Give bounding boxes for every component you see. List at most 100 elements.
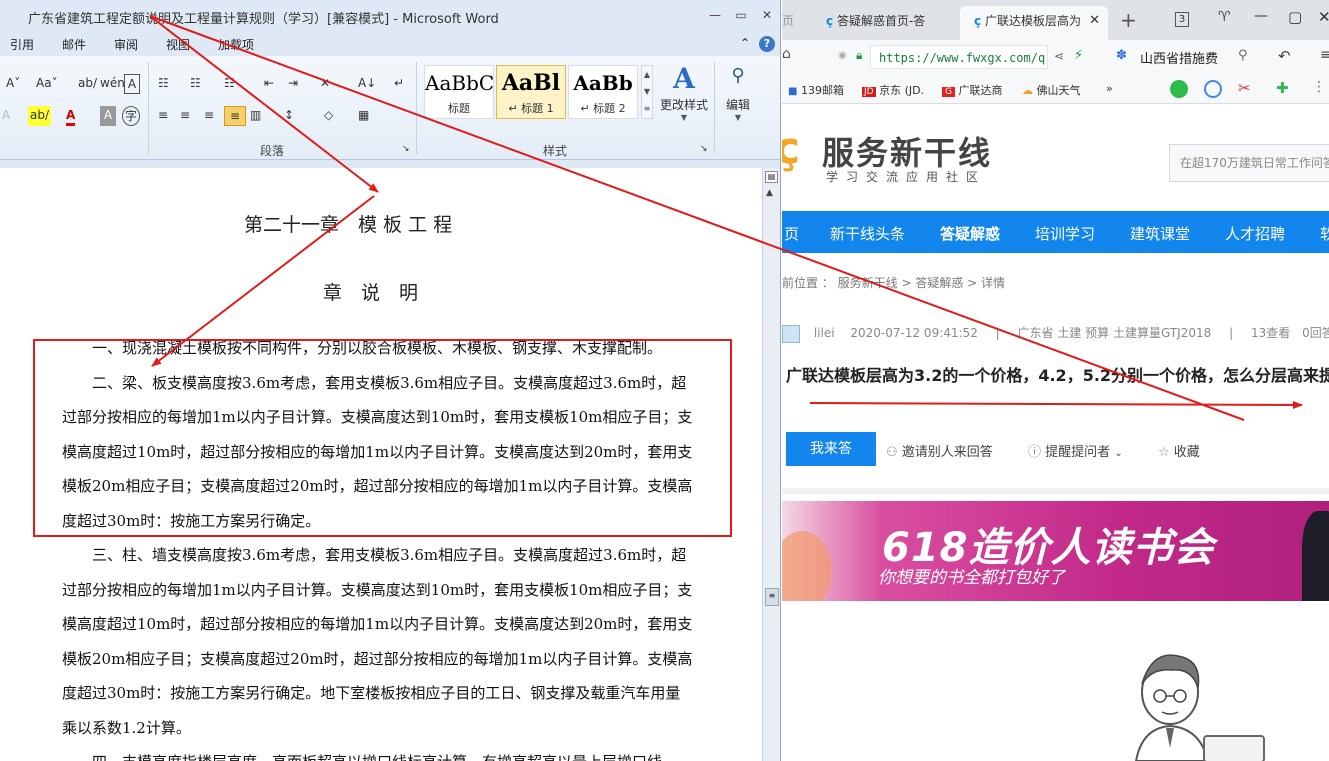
undo-icon[interactable]: ↶: [1278, 47, 1291, 65]
tab-current-question[interactable]: ç 广联达模板层高为 ✕: [960, 6, 1108, 40]
font-color-icon[interactable]: A: [66, 106, 76, 126]
shading-icon[interactable]: ◇: [324, 106, 333, 126]
paragraph-dialog-launcher-icon[interactable]: ↘: [402, 140, 410, 160]
invite-answer-button[interactable]: ⚇ 邀请别人来回答: [886, 441, 993, 460]
close-tab-icon[interactable]: ✕: [1089, 6, 1100, 36]
scroll-up-icon[interactable]: ▲: [766, 188, 773, 198]
promo-banner[interactable]: 618造价人读书会 你想要的书全都打包好了: [782, 501, 1329, 601]
enclose-char-icon[interactable]: 字: [122, 106, 140, 126]
show-marks-icon[interactable]: ↵: [394, 74, 404, 94]
bookmark-139mail[interactable]: ■ 139邮箱: [788, 82, 844, 98]
decrease-indent-icon[interactable]: ⇤: [264, 74, 274, 94]
minimize-icon[interactable]: —: [708, 8, 722, 22]
clear-format-icon[interactable]: ab/: [78, 74, 97, 94]
translate-icon[interactable]: ✚: [1276, 79, 1289, 97]
tab-review[interactable]: 审阅: [114, 36, 138, 53]
avatar[interactable]: [782, 324, 800, 343]
nav-software[interactable]: 软: [1320, 223, 1329, 244]
shirt-icon[interactable]: ♈: [1218, 9, 1231, 25]
change-styles-button[interactable]: A 更改样式 ▼: [656, 62, 712, 132]
tab-view[interactable]: 视图: [166, 36, 190, 53]
url-input[interactable]: https://www.fwxgx.com/q: [870, 45, 1048, 69]
vertical-scrollbar[interactable]: ▤ ▲ ≡: [762, 168, 780, 761]
style-heading-2[interactable]: AaBb ↵ 标题 2: [568, 65, 638, 119]
nav-home[interactable]: 页: [784, 223, 799, 244]
share-icon[interactable]: ⋖: [1054, 49, 1064, 63]
ruler-toggle-icon[interactable]: ▤: [765, 171, 778, 183]
document-line: 过部分按相应的每增加1m以内子目计算。支模高度达到10m时，套用支模板10m相应…: [62, 408, 693, 426]
word-title-bar[interactable]: 广东省建筑工程定额说明及工程量计算规则（学习）[兼容模式] - Microsof…: [0, 0, 780, 32]
highlight-icon[interactable]: ab/: [28, 106, 52, 126]
question-tags[interactable]: 广东省 土建 预算 土建算量GTJ2018: [1018, 326, 1212, 340]
document-page[interactable]: 第二十一章 模 板 工 程 章 说 明 一、现浇混凝土模板按不同构件，分别以胶合…: [0, 168, 762, 761]
style-title[interactable]: AaBbC 标题: [424, 65, 494, 119]
search-engine-text[interactable]: 山西省措施费: [1140, 48, 1218, 67]
block-icon[interactable]: [1204, 80, 1222, 98]
remind-asker-button[interactable]: ⓘ 提醒提问者 ⌄: [1028, 441, 1123, 460]
style-heading-1[interactable]: AaBl ↵ 标题 1: [496, 65, 566, 119]
bookmark-weather[interactable]: ☁ 佛山天气: [1022, 82, 1081, 98]
lightning-icon[interactable]: ⚡: [1074, 48, 1083, 63]
site-search-input[interactable]: 在超170万建筑日常工作问答: [1169, 144, 1329, 182]
banner-decoration: [1302, 511, 1329, 601]
grow-font-icon[interactable]: A˅: [6, 74, 20, 94]
char-shading-icon[interactable]: A: [100, 106, 116, 126]
search-icon[interactable]: ⚲: [1238, 48, 1248, 63]
tab-count-badge[interactable]: 3: [1175, 12, 1189, 27]
author-name[interactable]: lilei: [814, 326, 835, 340]
tab-addins[interactable]: 加载项: [218, 36, 254, 53]
chat-icon[interactable]: [1170, 80, 1188, 98]
tab-fragment[interactable]: 页: [782, 12, 794, 29]
help-icon[interactable]: ?: [759, 36, 775, 52]
favorite-button[interactable]: ☆ 收藏: [1158, 441, 1200, 460]
close-icon[interactable]: ✕: [760, 8, 774, 22]
numbering-icon[interactable]: ☷: [190, 74, 201, 94]
nav-jobs[interactable]: 人才招聘: [1225, 223, 1285, 244]
apps-icon[interactable]: ⋮⋮: [1312, 79, 1329, 95]
site-logo-icon[interactable]: ç: [782, 124, 800, 174]
view-count: 13查看: [1250, 326, 1291, 340]
bookmark-jd[interactable]: JD 京东 (JD.: [862, 82, 924, 98]
bookmark-more-icon[interactable]: »: [1106, 82, 1113, 95]
bullets-icon[interactable]: ☷: [158, 74, 169, 94]
scroll-thumb[interactable]: ≡: [765, 588, 779, 606]
char-border-icon[interactable]: A: [124, 74, 140, 94]
scissors-icon[interactable]: ✂: [1238, 79, 1251, 97]
align-right-icon[interactable]: ≡: [204, 106, 214, 126]
paw-icon[interactable]: ✽: [1116, 48, 1127, 63]
distributed-icon[interactable]: ▥: [250, 106, 261, 126]
edit-button[interactable]: ⚲ 编辑 ▼: [718, 64, 758, 128]
minimize-icon[interactable]: —: [1254, 8, 1268, 24]
increase-indent-icon[interactable]: ⇥: [288, 74, 298, 94]
justify-icon[interactable]: ≡: [224, 106, 246, 126]
styles-dialog-launcher-icon[interactable]: ↘: [700, 140, 708, 160]
maximize-icon[interactable]: ▭: [734, 8, 748, 22]
line-spacing-icon[interactable]: ↕: [284, 106, 294, 126]
borders-icon[interactable]: ▦: [358, 106, 369, 126]
tab-references[interactable]: 引用: [10, 36, 34, 53]
chinese-layout-icon[interactable]: ✕: [320, 74, 330, 94]
menu-icon[interactable]: ≡: [1320, 47, 1329, 63]
tab-mailings[interactable]: 邮件: [62, 36, 86, 53]
styles-scroll-icon[interactable]: ▲ ▼ ≡: [641, 65, 653, 119]
collapse-ribbon-icon[interactable]: ⌃: [740, 36, 750, 50]
bookmark-glodon[interactable]: G 广联达商: [942, 82, 1002, 98]
new-tab-button[interactable]: +: [1120, 8, 1137, 32]
home-icon[interactable]: ⌂: [782, 46, 791, 62]
style-title-name: 标题: [448, 102, 470, 115]
phonetic-guide-icon[interactable]: wén: [100, 74, 125, 94]
close-icon[interactable]: ✕: [1318, 8, 1329, 26]
nav-training[interactable]: 培训学习: [1035, 223, 1095, 244]
multilevel-list-icon[interactable]: ☷: [224, 74, 235, 94]
align-center-icon[interactable]: ≡: [180, 106, 190, 126]
answer-button[interactable]: 我来答: [786, 432, 876, 466]
align-left-icon[interactable]: ≡: [158, 106, 168, 126]
nav-headlines[interactable]: 新干线头条: [830, 223, 905, 244]
nav-qa[interactable]: 答疑解惑: [940, 223, 1000, 244]
tab-answers-home[interactable]: ç 答疑解惑首页-答: [812, 6, 952, 40]
maximize-icon[interactable]: ▢: [1288, 8, 1302, 26]
nav-classroom[interactable]: 建筑课堂: [1130, 223, 1190, 244]
change-case-icon[interactable]: Aa˅: [36, 74, 58, 94]
sort-icon[interactable]: A↓: [358, 74, 376, 94]
text-effect-icon[interactable]: A: [2, 106, 10, 126]
